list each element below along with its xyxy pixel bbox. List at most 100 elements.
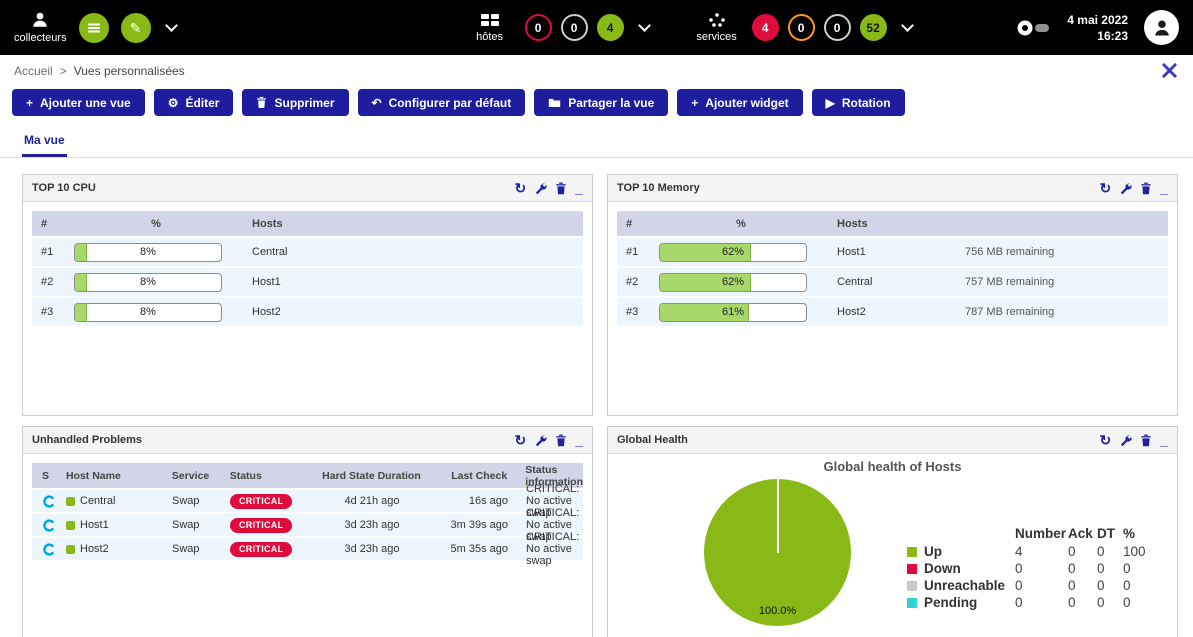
host-name[interactable]: Host1 (80, 519, 109, 531)
wrench-icon[interactable] (534, 434, 547, 447)
tab-ma-vue[interactable]: Ma vue (22, 129, 67, 157)
trash-icon[interactable] (555, 434, 567, 447)
host-name[interactable]: Central (823, 276, 927, 288)
breadcrumb: Accueil > Vues personnalisées (0, 55, 1193, 86)
plus-icon: + (26, 97, 33, 109)
legend-label: Down (924, 561, 961, 576)
minimize-icon[interactable]: _ (1160, 433, 1168, 447)
service-name[interactable]: Swap (172, 543, 230, 555)
host-name[interactable]: Host1 (238, 276, 342, 288)
legend-dt: 0 (1096, 594, 1122, 611)
host-up-icon (66, 545, 75, 554)
rank-cell: #1 (617, 246, 659, 258)
services-ok-badge[interactable]: 52 (860, 14, 887, 41)
legend-header-row: Number Ack DT % (906, 526, 1158, 543)
user-avatar[interactable] (1144, 10, 1179, 45)
widget-body: S Host Name Service Status Hard State Du… (23, 454, 592, 637)
service-name[interactable]: Swap (172, 519, 230, 531)
progress-label: 8% (75, 304, 221, 321)
host-name[interactable]: Host2 (80, 543, 109, 555)
edit-view-button[interactable]: ⚙ Éditer (154, 89, 234, 116)
host-name-cell: Central (66, 495, 172, 507)
duration-cell: 3d 23h ago (316, 519, 428, 531)
service-chart-icon[interactable] (42, 495, 55, 508)
table-row: #1 62% Host1 756 MB remaining (617, 238, 1168, 266)
legend-row-down: Down 0 0 0 0 (906, 560, 1158, 577)
memory-progress-bar: 61% (659, 303, 807, 322)
default-config-label: Configurer par défaut (389, 96, 512, 110)
hosts-chevron-down-icon[interactable] (638, 19, 651, 32)
status-badge: CRITICAL (230, 542, 292, 557)
legend-number: 0 (1014, 594, 1067, 611)
table-row: Central Swap CRITICAL 4d 21h ago 16s ago… (32, 490, 583, 512)
service-chart-icon[interactable] (42, 543, 55, 556)
up-swatch (907, 547, 917, 557)
settings-toggle-icon[interactable] (1015, 18, 1051, 38)
current-date: 4 mai 2022 (1067, 13, 1128, 27)
services-unknown-badge[interactable]: 0 (824, 14, 851, 41)
host-name[interactable]: Host2 (823, 306, 927, 318)
breadcrumb-home[interactable]: Accueil (14, 64, 53, 78)
services-warning-badge[interactable]: 0 (788, 14, 815, 41)
user-icon (1152, 18, 1172, 38)
legend-label: Unreachable (924, 578, 1005, 593)
trash-icon[interactable] (555, 182, 567, 195)
services-chevron-down-icon[interactable] (901, 19, 914, 32)
memory-progress-bar: 62% (659, 243, 807, 262)
poller-list-button[interactable] (79, 13, 109, 43)
delete-view-button[interactable]: Supprimer (242, 89, 348, 116)
minimize-icon[interactable]: _ (1160, 181, 1168, 195)
legend-number: 0 (1014, 560, 1067, 577)
table-header: # % Hosts (32, 211, 583, 236)
host-name[interactable]: Host1 (823, 246, 927, 258)
refresh-icon[interactable]: ↻ (1099, 181, 1111, 195)
legend-ack: 0 (1067, 560, 1096, 577)
share-view-button[interactable]: Partager la vue (534, 89, 668, 116)
host-name[interactable]: Central (80, 495, 115, 507)
host-name[interactable]: Host2 (238, 306, 342, 318)
current-time: 16:23 (1097, 29, 1128, 43)
services-menu[interactable]: services (691, 12, 743, 43)
col-duration: Hard State Duration (316, 470, 428, 482)
edit-tools-icon[interactable] (1160, 61, 1179, 80)
minimize-icon[interactable]: _ (575, 181, 583, 195)
hosts-unreachable-badge[interactable]: 0 (561, 14, 588, 41)
add-widget-label: Ajouter widget (705, 96, 788, 110)
rank-cell: #2 (32, 276, 74, 288)
default-config-button[interactable]: ↶ Configurer par défaut (358, 89, 526, 116)
rotation-button[interactable]: ▶ Rotation (812, 89, 905, 116)
hosts-menu[interactable]: hôtes (464, 12, 516, 43)
wrench-icon[interactable] (1119, 434, 1132, 447)
legend-label: Up (924, 544, 942, 559)
table-row: #1 8% Central (32, 238, 583, 266)
wrench-icon[interactable] (1119, 182, 1132, 195)
col-rank: # (617, 218, 659, 230)
progress-label: 8% (75, 274, 221, 291)
hosts-down-badge[interactable]: 0 (525, 14, 552, 41)
add-view-button[interactable]: + Ajouter une vue (12, 89, 145, 116)
rank-cell: #1 (32, 246, 74, 258)
minimize-icon[interactable]: _ (575, 433, 583, 447)
unreachable-swatch (907, 581, 917, 591)
service-graph-cell (32, 495, 66, 508)
table-row: Host1 Swap CRITICAL 3d 23h ago 3m 39s ag… (32, 514, 583, 536)
poller-export-button[interactable]: ✎ (121, 13, 151, 43)
cpu-progress-bar: 8% (74, 273, 222, 292)
trash-icon[interactable] (1140, 434, 1152, 447)
refresh-icon[interactable]: ↻ (514, 181, 526, 195)
service-name[interactable]: Swap (172, 495, 230, 507)
wrench-icon[interactable] (534, 182, 547, 195)
refresh-icon[interactable]: ↻ (1099, 433, 1111, 447)
widget-title: Global Health (617, 434, 688, 446)
services-critical-badge[interactable]: 4 (752, 14, 779, 41)
trash-icon[interactable] (1140, 182, 1152, 195)
widget-title: TOP 10 CPU (32, 182, 96, 194)
hosts-up-badge[interactable]: 4 (597, 14, 624, 41)
host-name[interactable]: Central (238, 246, 342, 258)
host-up-icon (66, 521, 75, 530)
service-chart-icon[interactable] (42, 519, 55, 532)
pollers-chevron-down-icon[interactable] (165, 19, 178, 32)
pollers-menu[interactable]: collecteurs (14, 11, 67, 44)
add-widget-button[interactable]: + Ajouter widget (677, 89, 802, 116)
refresh-icon[interactable]: ↻ (514, 433, 526, 447)
